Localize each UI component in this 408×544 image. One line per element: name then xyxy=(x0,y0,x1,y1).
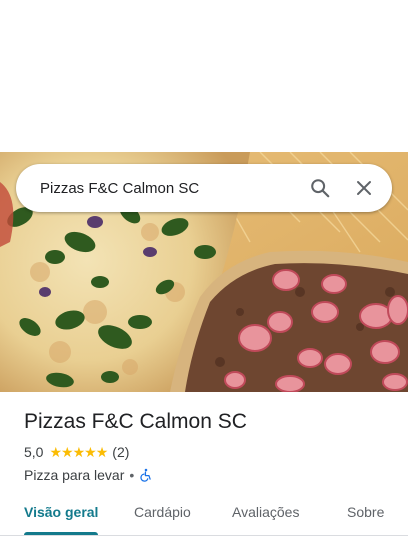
star-icon: ★ xyxy=(49,444,62,460)
search-icon xyxy=(311,179,330,198)
close-icon xyxy=(357,181,371,195)
tab-menu[interactable]: Cardápio xyxy=(134,504,191,520)
place-tabs: Visão geral Cardápio Avaliações Sobre xyxy=(0,492,408,536)
active-tab-indicator xyxy=(24,532,98,535)
tab-reviews[interactable]: Avaliações xyxy=(232,504,299,520)
close-button[interactable] xyxy=(342,164,386,212)
star-icon: ★ xyxy=(61,444,74,460)
wheelchair-icon xyxy=(140,468,152,482)
search-button[interactable] xyxy=(298,164,342,212)
star-icon: ★ xyxy=(84,444,97,460)
rating-row[interactable]: 5,0 ★ ★ ★ ★ ★ (2) xyxy=(24,443,394,461)
rating-value: 5,0 xyxy=(24,444,44,460)
place-info: Pizzas F&C Calmon SC 5,0 ★ ★ ★ ★ ★ (2) P… xyxy=(24,408,394,484)
separator-dot: • xyxy=(129,467,135,483)
tab-overview[interactable]: Visão geral xyxy=(24,504,98,520)
star-icon: ★ xyxy=(95,444,109,460)
category-row: Pizza para levar • xyxy=(24,466,394,484)
place-category: Pizza para levar xyxy=(24,467,125,483)
place-title: Pizzas F&C Calmon SC xyxy=(24,410,247,433)
search-input[interactable]: Pizzas F&C Calmon SC xyxy=(16,180,298,197)
star-icon: ★ xyxy=(72,444,86,460)
search-bar[interactable]: Pizzas F&C Calmon SC xyxy=(16,164,392,212)
review-count[interactable]: (2) xyxy=(112,444,129,460)
tab-about[interactable]: Sobre xyxy=(347,504,384,520)
map-blank-area xyxy=(0,0,408,152)
rating-stars: ★ ★ ★ ★ ★ xyxy=(49,444,109,460)
